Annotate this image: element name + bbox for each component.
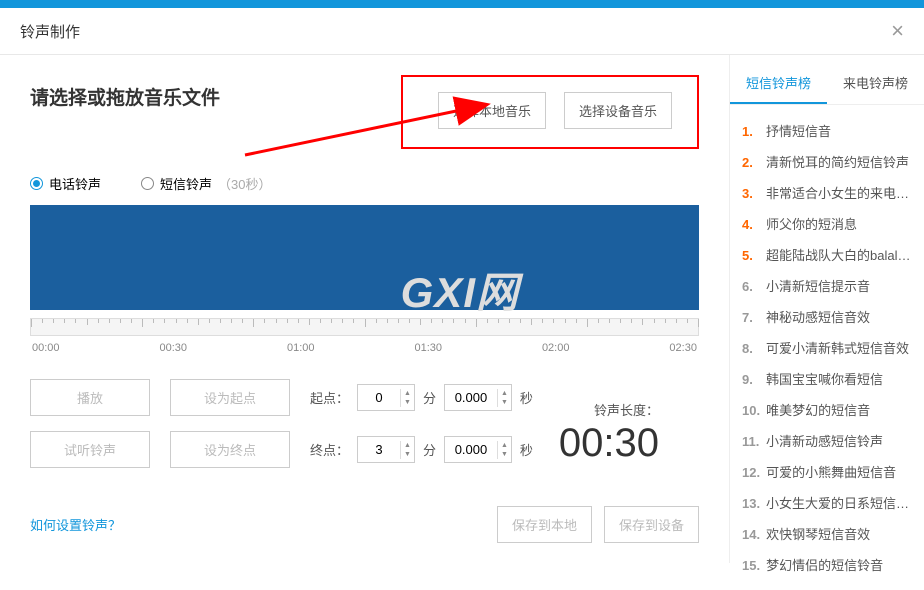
rank-title: 小清新动感短信铃声 — [766, 431, 883, 450]
rank-title: 师父你的短消息 — [766, 214, 857, 233]
sidebar: 短信铃声榜 来电铃声榜 1. 抒情短信音 2. 清新悦耳的简约短信铃声 3. 非常适合小女… — [729, 55, 924, 563]
rank-number: 1. — [742, 124, 760, 139]
rank-title: 唯美梦幻的短信音 — [766, 400, 870, 419]
header: 铃声制作 × — [0, 8, 924, 55]
rank-number: 11. — [742, 434, 760, 449]
select-local-music-button[interactable]: 选择本地音乐 — [438, 92, 546, 129]
start-min-input[interactable]: ▲▼ — [357, 384, 415, 411]
rank-number: 12. — [742, 465, 760, 480]
ranking-tabs: 短信铃声榜 来电铃声榜 — [730, 63, 924, 105]
down-icon[interactable]: ▼ — [401, 398, 414, 407]
end-sec-input[interactable]: ▲▼ — [444, 436, 512, 463]
file-prompt: 请选择或拖放音乐文件 — [30, 83, 220, 110]
time-label: 01:30 — [414, 342, 442, 354]
time-label: 01:00 — [287, 342, 315, 354]
rank-item[interactable]: 5. 超能陆战队大白的balalala — [742, 239, 912, 270]
ringtone-type-radios: 电话铃声 短信铃声 （30秒） — [30, 174, 699, 193]
rank-item[interactable]: 12. 可爱的小熊舞曲短信音 — [742, 456, 912, 487]
rank-item[interactable]: 3. 非常适合小女生的来电炫彩... — [742, 177, 912, 208]
down-icon[interactable]: ▼ — [401, 450, 414, 459]
rank-number: 10. — [742, 403, 760, 418]
rank-number: 14. — [742, 527, 760, 542]
start-point-group: 起点： ▲▼ 分 ▲▼ 秒 — [310, 384, 533, 411]
end-min-input[interactable]: ▲▼ — [357, 436, 415, 463]
rank-item[interactable]: 8. 可爱小清新韩式短信音效 — [742, 332, 912, 363]
rank-number: 9. — [742, 372, 760, 387]
timeline-ruler[interactable] — [30, 318, 699, 336]
rank-number: 8. — [742, 341, 760, 356]
duration-label: 铃声长度： — [559, 400, 659, 419]
tab-sms-ranking[interactable]: 短信铃声榜 — [730, 63, 827, 104]
close-icon[interactable]: × — [891, 18, 904, 44]
rank-item[interactable]: 15.梦幻情侣的短信铃音 — [742, 549, 912, 580]
rank-item[interactable]: 10. 唯美梦幻的短信音 — [742, 394, 912, 425]
rank-number: 15. — [742, 558, 760, 573]
rank-number: 6. — [742, 279, 760, 294]
rank-number: 3. — [742, 186, 760, 201]
end-label: 终点： — [310, 440, 349, 459]
rank-title: 小清新短信提示音 — [766, 276, 870, 295]
rank-title: 可爱小清新韩式短信音效 — [766, 338, 909, 357]
up-icon[interactable]: ▲ — [401, 389, 414, 398]
rank-item[interactable]: 6. 小清新短信提示音 — [742, 270, 912, 301]
rank-item[interactable]: 4. 师父你的短消息 — [742, 208, 912, 239]
set-start-button[interactable]: 设为起点 — [170, 379, 290, 416]
rank-item[interactable]: 1. 抒情短信音 — [742, 115, 912, 146]
file-buttons-highlight: 选择本地音乐 选择设备音乐 — [401, 75, 699, 149]
up-icon[interactable]: ▲ — [498, 441, 511, 450]
rank-title: 韩国宝宝喊你看短信 — [766, 369, 883, 388]
rank-title: 神秘动感短信音效 — [766, 307, 870, 326]
rank-number: 13. — [742, 496, 760, 511]
rank-item[interactable]: 7. 神秘动感短信音效 — [742, 301, 912, 332]
rank-item[interactable]: 11. 小清新动感短信铃声 — [742, 425, 912, 456]
duration-value: 00:30 — [559, 421, 659, 466]
down-icon[interactable]: ▼ — [498, 398, 511, 407]
rank-item[interactable]: 14. 欢快钢琴短信音效 — [742, 518, 912, 549]
rank-title: 超能陆战队大白的balalala — [766, 245, 912, 264]
watermark: GXI网 — [401, 259, 519, 320]
radio-sms-ringtone[interactable]: 短信铃声 （30秒） — [141, 174, 271, 193]
preview-button[interactable]: 试听铃声 — [30, 431, 150, 468]
rank-title: 非常适合小女生的来电炫彩... — [766, 183, 912, 202]
select-device-music-button[interactable]: 选择设备音乐 — [564, 92, 672, 129]
save-local-button[interactable]: 保存到本地 — [497, 506, 592, 543]
up-icon[interactable]: ▲ — [401, 441, 414, 450]
time-label: 00:00 — [32, 342, 60, 354]
start-label: 起点： — [310, 388, 349, 407]
radio-icon — [30, 177, 43, 190]
rank-number: 7. — [742, 310, 760, 325]
rank-item[interactable]: 9. 韩国宝宝喊你看短信 — [742, 363, 912, 394]
end-point-group: 终点： ▲▼ 分 ▲▼ 秒 — [310, 436, 533, 463]
rank-number: 4. — [742, 217, 760, 232]
time-label: 02:00 — [542, 342, 570, 354]
window-title: 铃声制作 — [20, 21, 80, 42]
radio-icon — [141, 177, 154, 190]
set-end-button[interactable]: 设为终点 — [170, 431, 290, 468]
play-button[interactable]: 播放 — [30, 379, 150, 416]
rank-title: 清新悦耳的简约短信铃声 — [766, 152, 909, 171]
time-label: 02:30 — [669, 342, 697, 354]
rank-title: 欢快钢琴短信音效 — [766, 524, 870, 543]
help-link[interactable]: 如何设置铃声？ — [30, 515, 121, 534]
rank-number: 2. — [742, 155, 760, 170]
up-icon[interactable]: ▲ — [498, 389, 511, 398]
start-sec-input[interactable]: ▲▼ — [444, 384, 512, 411]
radio-phone-ringtone[interactable]: 电话铃声 — [30, 174, 101, 193]
save-device-button[interactable]: 保存到设备 — [604, 506, 699, 543]
rank-title: 抒情短信音 — [766, 121, 831, 140]
rank-item[interactable]: 2. 清新悦耳的简约短信铃声 — [742, 146, 912, 177]
tab-call-ranking[interactable]: 来电铃声榜 — [827, 63, 924, 104]
rank-title: 可爱的小熊舞曲短信音 — [766, 462, 896, 481]
down-icon[interactable]: ▼ — [498, 450, 511, 459]
rank-title: 小女生大爱的日系短信铃声 — [766, 493, 912, 512]
ranking-list: 1. 抒情短信音 2. 清新悦耳的简约短信铃声 3. 非常适合小女生的来电炫彩... 4. 师… — [730, 105, 924, 590]
waveform-area[interactable]: GXI网 — [30, 205, 699, 310]
time-labels: 00:00 00:30 01:00 01:30 02:00 02:30 — [30, 342, 699, 354]
rank-item[interactable]: 13. 小女生大爱的日系短信铃声 — [742, 487, 912, 518]
rank-number: 5. — [742, 248, 760, 263]
time-label: 00:30 — [159, 342, 187, 354]
main-panel: 请选择或拖放音乐文件 选择本地音乐 选择设备音乐 电话铃声 短信铃声 （30秒） — [0, 55, 729, 563]
